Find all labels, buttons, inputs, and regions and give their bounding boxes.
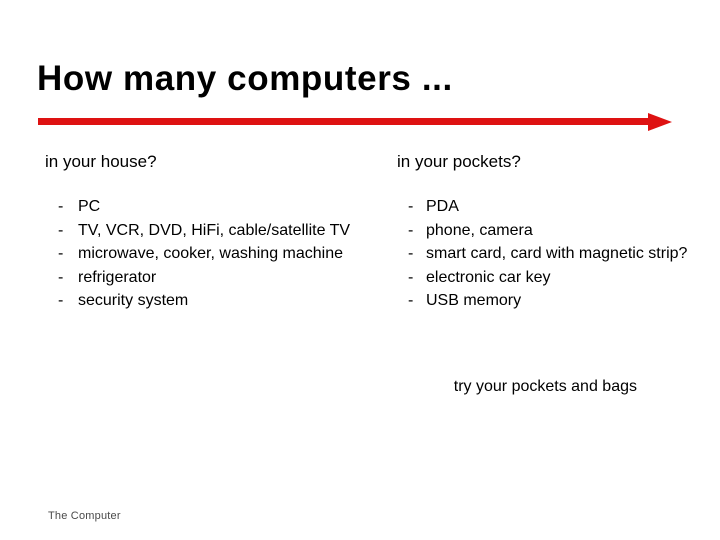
bullet-dash-icon: -	[58, 198, 64, 215]
bullet-list-pockets: - PDA - phone, camera - smart card, card…	[397, 195, 697, 313]
list-item: - refrigerator	[45, 266, 375, 290]
list-item-label: microwave, cooker, washing machine	[78, 245, 344, 262]
list-item: - microwave, cooker, washing machine	[45, 242, 375, 266]
list-item: - PDA	[397, 195, 697, 219]
page-title: How many computers ...	[37, 59, 453, 98]
bullet-dash-icon: -	[408, 221, 414, 239]
arrow-head-icon	[648, 113, 672, 131]
list-item-label: smart card, card with magnetic strip?	[426, 245, 688, 262]
bullet-dash-icon: -	[58, 268, 64, 286]
bullet-dash-icon: -	[408, 268, 414, 286]
bullet-dash-icon: -	[58, 292, 64, 309]
list-item: - TV, VCR, DVD, HiFi, cable/satellite TV	[45, 219, 375, 243]
footer-label: The Computer	[48, 510, 121, 522]
list-item-label: electronic car key	[426, 268, 551, 286]
column-heading-house: in your house?	[45, 152, 157, 171]
bullet-dash-icon: -	[408, 292, 414, 309]
column-heading-pockets: in your pockets?	[397, 152, 521, 171]
list-item-label: phone, camera	[426, 221, 533, 239]
bullet-dash-icon: -	[58, 221, 64, 239]
aside-note: try your pockets and bags	[453, 378, 637, 395]
bullet-dash-icon: -	[58, 245, 64, 262]
list-item: - phone, camera	[397, 219, 697, 243]
bullet-list-house: - PC - TV, VCR, DVD, HiFi, cable/satelli…	[45, 195, 375, 313]
list-item: - PC	[45, 195, 375, 219]
list-item-label: refrigerator	[78, 268, 157, 286]
red-arrow-rule	[38, 113, 672, 131]
arrow-shaft	[38, 118, 652, 125]
list-item-label: TV, VCR, DVD, HiFi, cable/satellite TV	[78, 221, 351, 239]
list-item: - USB memory	[397, 289, 697, 313]
list-item: - smart card, card with magnetic strip?	[397, 242, 697, 266]
list-item: - electronic car key	[397, 266, 697, 290]
list-item-label: USB memory	[426, 292, 522, 309]
list-item-label: security system	[78, 292, 189, 309]
slide-canvas: How many computers ... in your house? - …	[0, 0, 720, 540]
bullet-dash-icon: -	[408, 198, 414, 215]
column-pockets: in your pockets? - PDA - phone, camera -…	[397, 151, 697, 313]
list-item: - security system	[45, 289, 375, 313]
list-item-label: PDA	[426, 198, 459, 215]
column-house: in your house? - PC - TV, VCR, DVD, HiFi…	[45, 151, 375, 313]
bullet-dash-icon: -	[408, 245, 414, 262]
list-item-label: PC	[78, 198, 101, 215]
